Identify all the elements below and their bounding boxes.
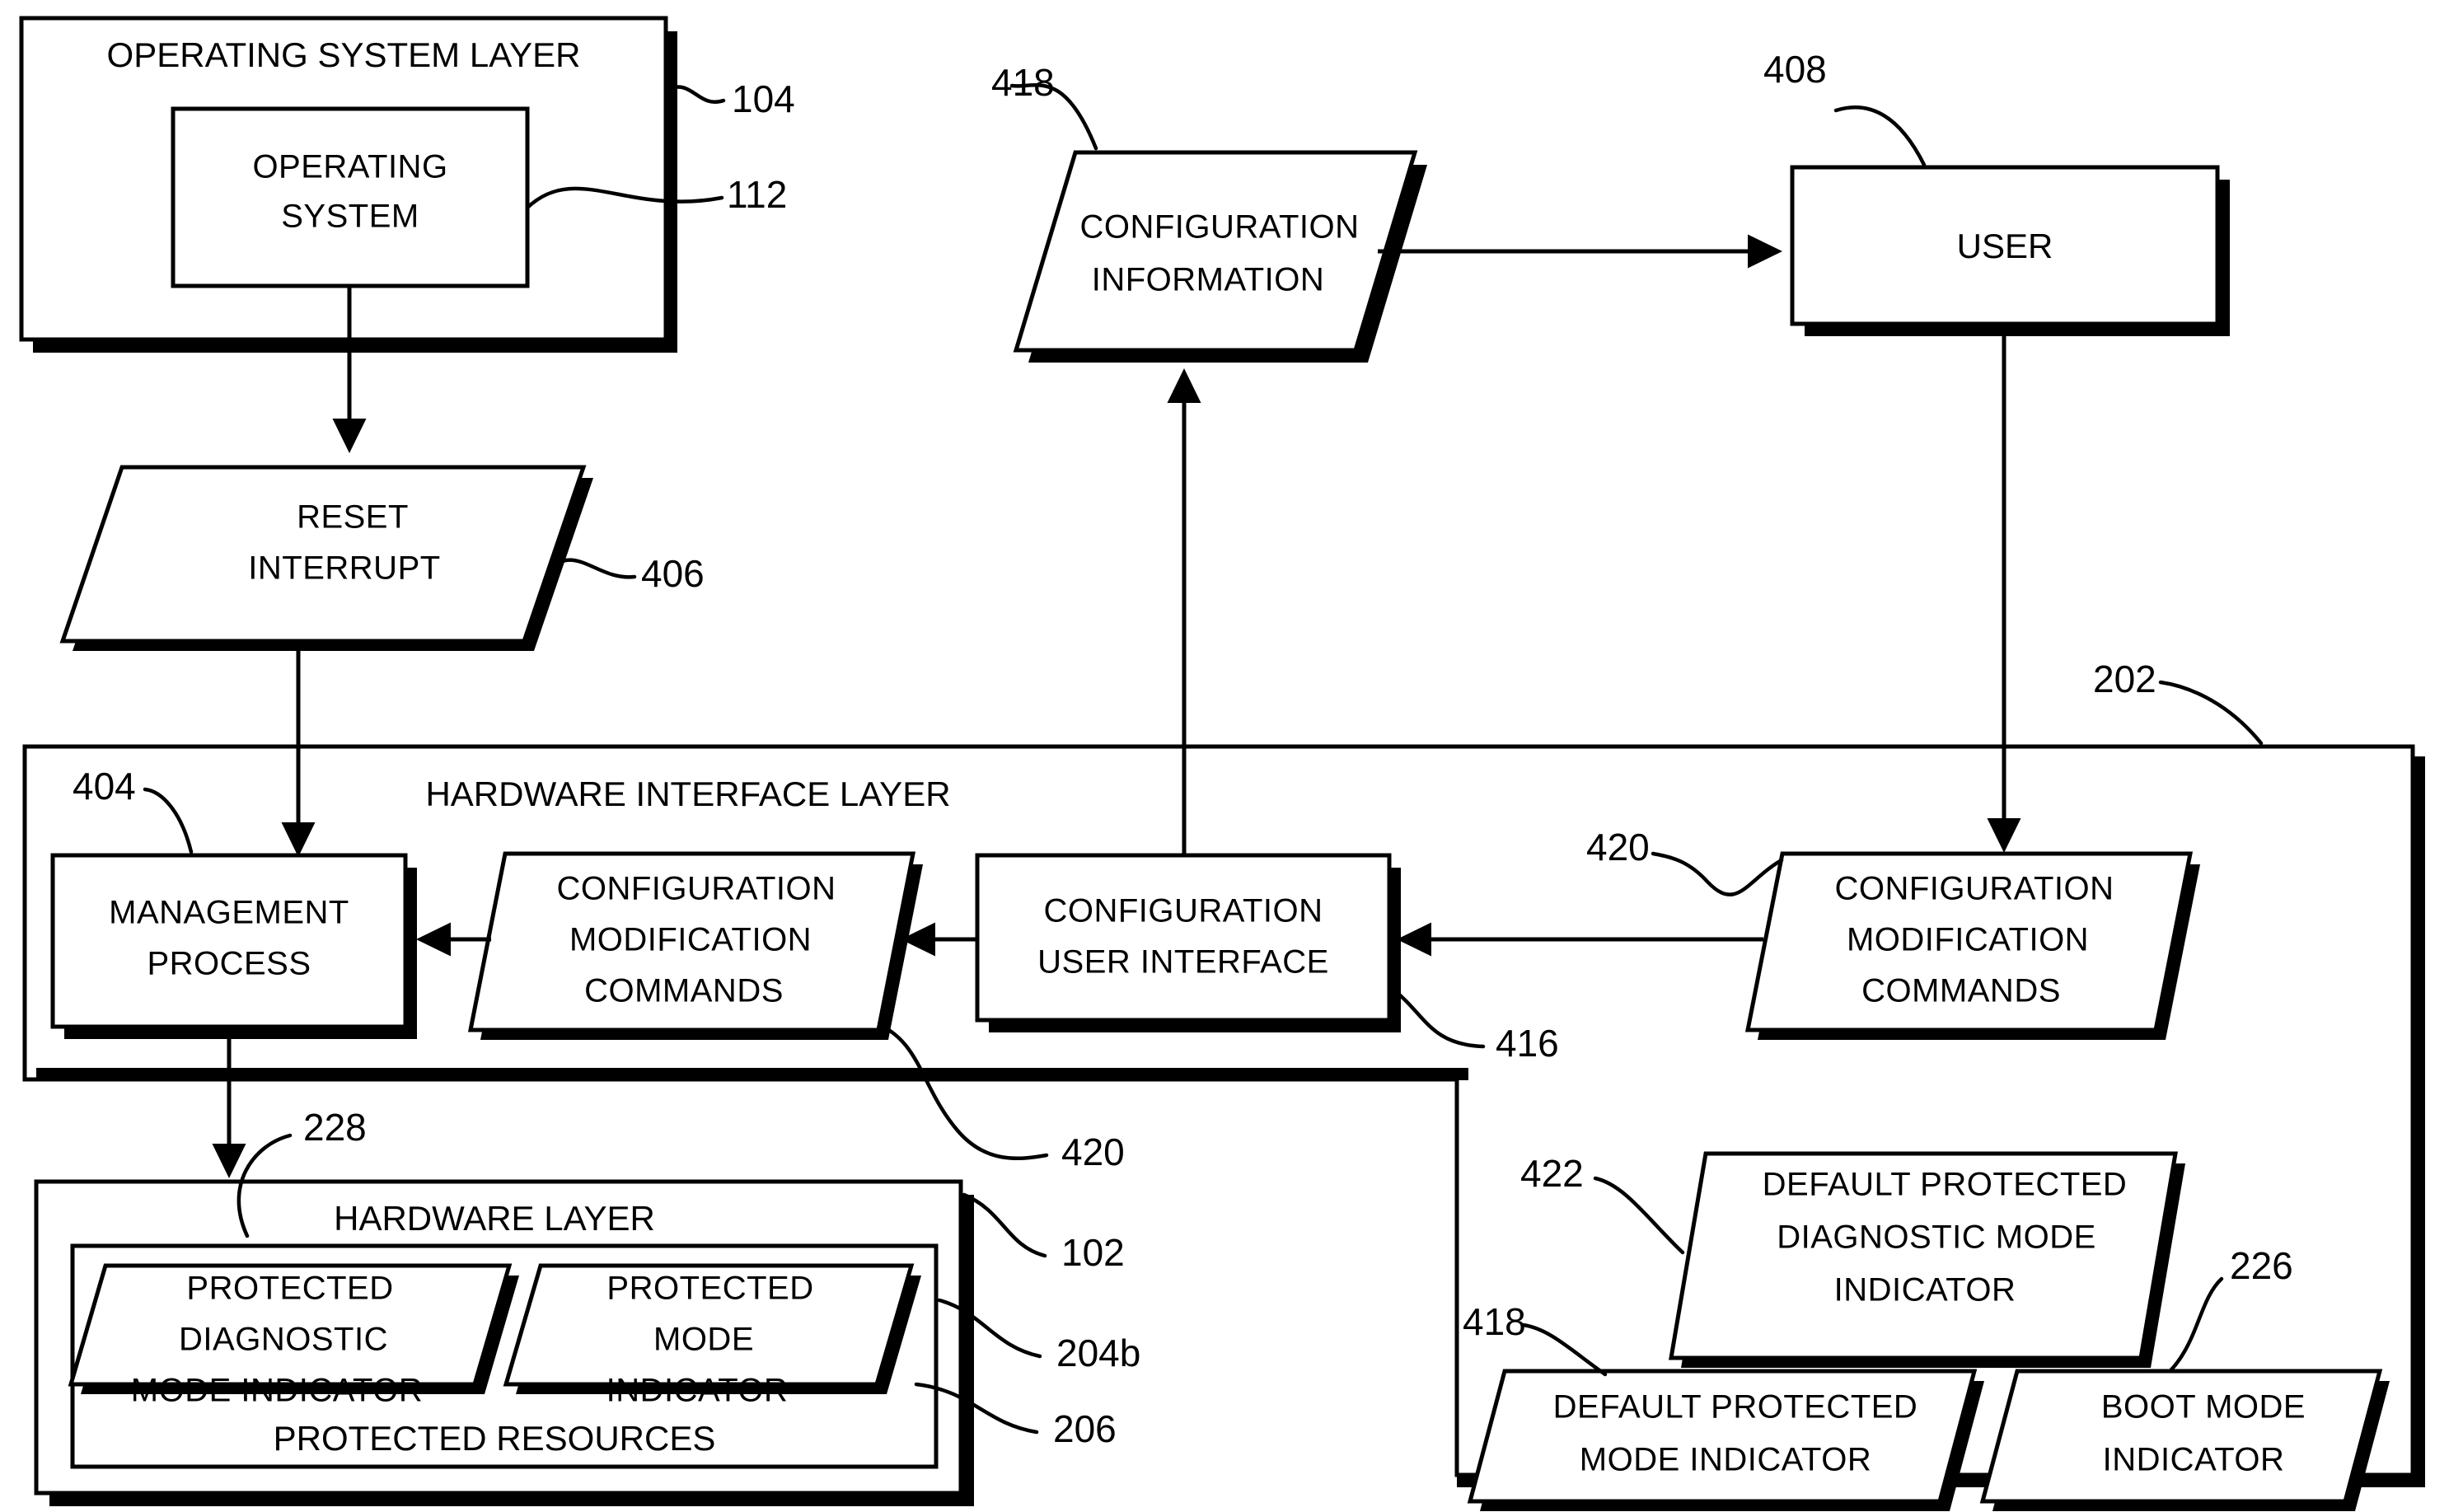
boot-mode-label-line1: BOOT MODE xyxy=(2101,1389,2306,1425)
ref-422: 422 xyxy=(1520,1152,1685,1255)
configuration-user-interface-block: CONFIGURATION USER INTERFACE xyxy=(975,853,1401,1032)
management-process-label-line2: PROCESS xyxy=(147,946,311,982)
ref-228-label: 228 xyxy=(303,1106,367,1149)
boot-mode-indicator-block: BOOT MODE INDICATOR xyxy=(1979,1369,2390,1511)
ref-416-label: 416 xyxy=(1496,1022,1559,1065)
operating-system-layer-label: OPERATING SYSTEM LAYER xyxy=(107,35,581,74)
protected-mode-label-line3: INDICATOR xyxy=(606,1373,789,1409)
confmodcmd-outer-label-line1: CONFIGURATION xyxy=(1834,871,2114,907)
configuration-information-label-line2: INFORMATION xyxy=(1092,262,1325,298)
ref-226-label: 226 xyxy=(2230,1244,2293,1287)
user-block: USER xyxy=(1790,165,2230,336)
ref-404: 404 xyxy=(73,765,194,854)
ref-418-top-label: 418 xyxy=(991,61,1055,104)
ref-420-outer: 420 xyxy=(1586,826,1784,896)
ref-204b-label: 204b xyxy=(1056,1332,1140,1374)
configuration-information-label-line1: CONFIGURATION xyxy=(1079,209,1359,246)
default-protected-diagnostic-label-line2: DIAGNOSTIC MODE xyxy=(1777,1219,2096,1256)
ref-404-label: 404 xyxy=(73,765,136,807)
configuration-user-interface-label-line2: USER INTERFACE xyxy=(1037,944,1329,981)
ref-422-label: 422 xyxy=(1520,1152,1584,1195)
diagram-canvas: OPERATING SYSTEM LAYER OPERATING SYSTEM … xyxy=(19,16,2425,1511)
default-protected-diagnostic-label-line3: INDICATOR xyxy=(1834,1272,2016,1308)
ref-206-label: 206 xyxy=(1053,1407,1117,1450)
boot-mode-label-line2: INDICATOR xyxy=(2103,1442,2285,1478)
default-protected-mode-label-line1: DEFAULT PROTECTED xyxy=(1553,1389,1918,1425)
ref-104: 104 xyxy=(667,77,795,120)
protected-diagnostic-label-line3: MODE INDICATOR xyxy=(131,1373,423,1409)
ref-418-top: 418 xyxy=(991,61,1098,151)
ref-418-bottom: 418 xyxy=(1463,1300,1608,1377)
operating-system-label-line1: OPERATING xyxy=(252,149,447,185)
user-label: USER xyxy=(1957,227,2053,265)
ref-202-label: 202 xyxy=(2093,658,2156,700)
protected-resources-label: PROTECTED RESOURCES xyxy=(274,1419,716,1458)
ref-104-label: 104 xyxy=(732,77,795,120)
operating-system-block: OPERATING SYSTEM xyxy=(171,106,530,288)
ref-418-bottom-label: 418 xyxy=(1463,1300,1526,1343)
configuration-user-interface-label-line1: CONFIGURATION xyxy=(1043,893,1323,929)
ref-226: 226 xyxy=(2156,1244,2293,1383)
ref-416: 416 xyxy=(1390,986,1559,1065)
protected-mode-indicator-block: PROTECTED MODE INDICATOR xyxy=(503,1263,921,1409)
configuration-modification-commands-inner-block: CONFIGURATION MODIFICATION COMMANDS xyxy=(467,851,923,1040)
confmodcmd-inner-label-line2: MODIFICATION xyxy=(569,922,812,958)
default-protected-diagnostic-label-line1: DEFAULT PROTECTED xyxy=(1763,1167,2128,1203)
ref-112-label: 112 xyxy=(727,173,787,216)
ref-202: 202 xyxy=(2093,658,2264,746)
reset-interrupt-label-line1: RESET xyxy=(297,499,409,536)
ref-102-label: 102 xyxy=(1061,1231,1125,1274)
ref-420-outer-label: 420 xyxy=(1586,826,1650,868)
patent-figure: OPERATING SYSTEM LAYER OPERATING SYSTEM … xyxy=(0,0,2463,1512)
protected-diagnostic-mode-indicator-block: PROTECTED DIAGNOSTIC MODE INDICATOR xyxy=(68,1263,519,1409)
hardware-interface-layer-label: HARDWARE INTERFACE LAYER xyxy=(425,775,950,813)
ref-406-label: 406 xyxy=(641,552,705,595)
configuration-information-block: CONFIGURATION INFORMATION xyxy=(1013,150,1427,363)
protected-mode-label-line1: PROTECTED xyxy=(606,1271,813,1307)
reset-interrupt-label-line2: INTERRUPT xyxy=(248,550,440,587)
ref-420-inner: 420 xyxy=(878,1023,1125,1173)
protected-diagnostic-label-line2: DIAGNOSTIC xyxy=(179,1322,388,1358)
configuration-modification-commands-outer-block: CONFIGURATION MODIFICATION COMMANDS xyxy=(1744,851,2200,1040)
management-process-block: MANAGEMENT PROCESS xyxy=(50,853,417,1039)
reset-interrupt-block: RESET INTERRUPT xyxy=(59,465,593,651)
management-process-label-line1: MANAGEMENT xyxy=(109,895,349,931)
confmodcmd-outer-label-line3: COMMANDS xyxy=(1861,973,2061,1009)
ref-420-inner-label: 420 xyxy=(1061,1130,1125,1173)
ref-102: 102 xyxy=(962,1192,1125,1274)
operating-system-label-line2: SYSTEM xyxy=(281,199,419,235)
default-protected-diagnostic-mode-indicator-block: DEFAULT PROTECTED DIAGNOSTIC MODE INDICA… xyxy=(1669,1151,2185,1368)
protected-diagnostic-label-line1: PROTECTED xyxy=(186,1271,393,1307)
hardware-layer-label: HARDWARE LAYER xyxy=(334,1199,655,1238)
default-protected-mode-label-line2: MODE INDICATOR xyxy=(1580,1442,1871,1478)
confmodcmd-inner-label-line1: CONFIGURATION xyxy=(556,871,836,907)
ref-408: 408 xyxy=(1763,48,1927,167)
protected-mode-label-line2: MODE xyxy=(653,1322,754,1358)
ref-408-label: 408 xyxy=(1763,48,1827,91)
default-protected-mode-indicator-block: DEFAULT PROTECTED MODE INDICATOR xyxy=(1467,1369,1984,1511)
confmodcmd-outer-label-line2: MODIFICATION xyxy=(1847,922,2089,958)
confmodcmd-inner-label-line3: COMMANDS xyxy=(584,973,784,1009)
ref-406: 406 xyxy=(548,552,705,595)
